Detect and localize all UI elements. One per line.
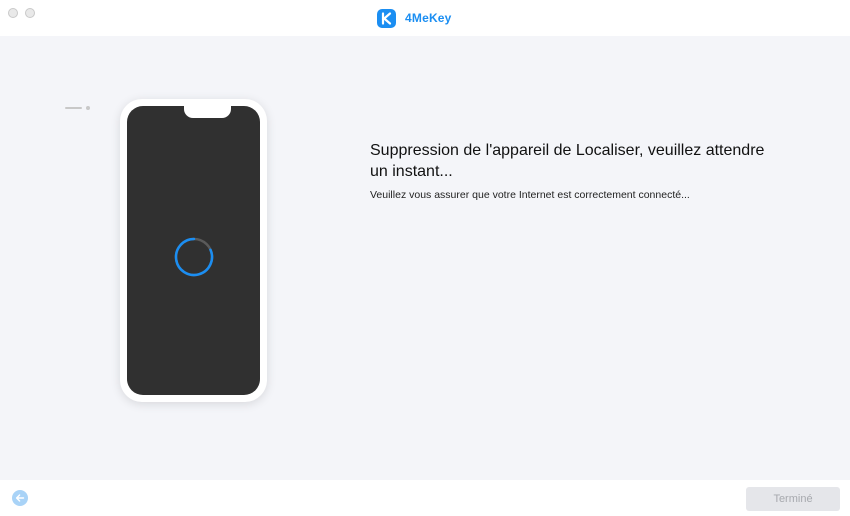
title-bar: 4MeKey [0, 0, 850, 36]
phone-camera [86, 106, 90, 110]
4mekey-logo-icon [377, 8, 396, 28]
status-subtext: Veuillez vous assurer que votre Internet… [370, 189, 690, 201]
app-title: 4MeKey [405, 11, 452, 25]
loading-spinner-icon [174, 237, 214, 277]
phone-speaker [65, 107, 82, 109]
phone-notch [184, 106, 231, 118]
status-heading: Suppression de l'appareil de Localiser, … [370, 142, 765, 180]
window-close-button[interactable] [8, 8, 18, 18]
back-button[interactable] [12, 490, 28, 506]
window-minimize-button[interactable] [25, 8, 35, 18]
app-brand: 4MeKey [377, 8, 452, 28]
done-button[interactable]: Terminé [746, 487, 840, 511]
arrow-left-icon [15, 494, 25, 502]
footer-bar: Terminé [0, 480, 850, 516]
